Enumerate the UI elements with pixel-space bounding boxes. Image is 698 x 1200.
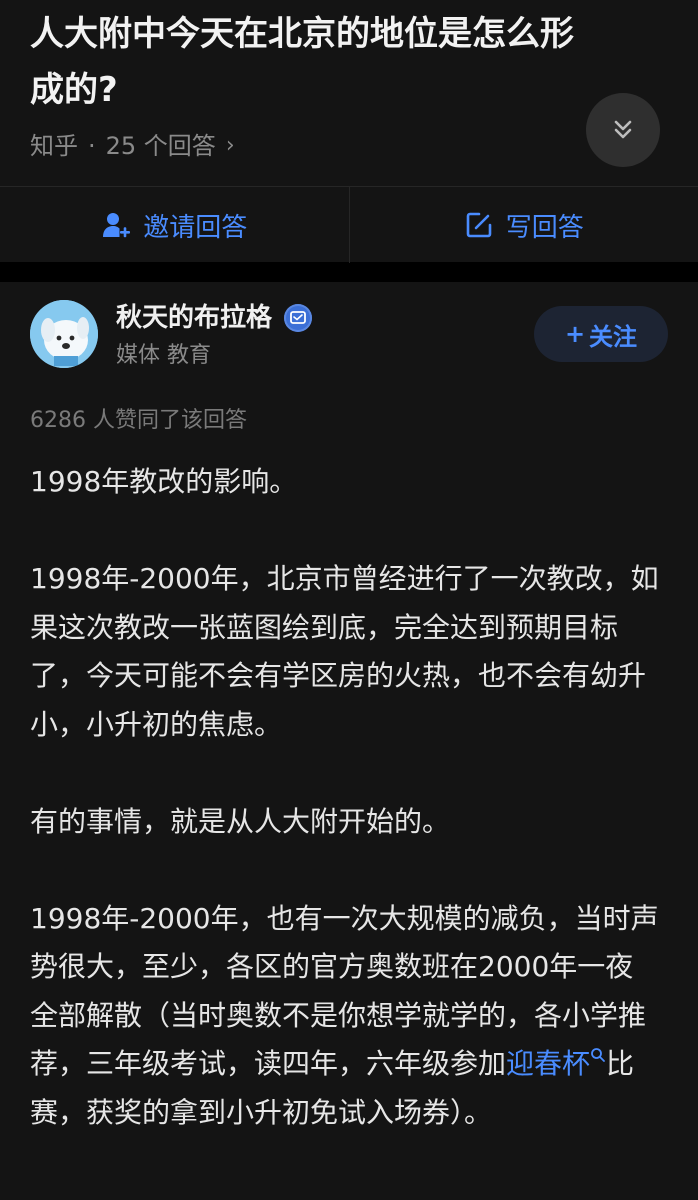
meta-separator: · (88, 132, 96, 160)
follow-label: 关注 (589, 322, 638, 351)
author-name[interactable]: 秋天的布拉格 (116, 300, 313, 336)
yingchunbei-link[interactable]: 迎春杯 (506, 1047, 590, 1080)
collapse-button[interactable] (586, 93, 660, 167)
invite-answer-button[interactable]: 邀请回答 (0, 187, 350, 263)
question-header: 人大附中今天在北京的地位是怎么形成的? 知乎 · 25 个回答 › 邀请回答 写… (0, 0, 698, 263)
follow-button[interactable]: + 关注 (534, 306, 668, 362)
search-icon[interactable] (590, 1047, 606, 1063)
author-name-text: 秋天的布拉格 (116, 303, 273, 333)
avatar[interactable] (30, 300, 98, 368)
write-answer-button[interactable]: 写回答 (350, 187, 698, 263)
question-title[interactable]: 人大附中今天在北京的地位是怎么形成的? (30, 6, 590, 118)
edit-icon (466, 212, 492, 238)
double-chevron-down-icon (614, 120, 632, 139)
avatar-image (30, 300, 98, 368)
write-answer-label: 写回答 (505, 212, 584, 243)
plus-icon: + (564, 320, 586, 348)
question-meta[interactable]: 知乎 · 25 个回答 › (30, 128, 235, 164)
action-bar: 邀请回答 写回答 (0, 186, 698, 263)
author-tags: 媒体 教育 (116, 343, 211, 368)
add-user-icon (103, 213, 131, 238)
verified-inner-icon (290, 311, 306, 324)
answer-paragraph: 有的事情，就是从人大附开始的。 (30, 804, 451, 838)
verified-badge-icon (284, 304, 313, 332)
answer-paragraph: 1998年教改的影响。 (30, 465, 298, 498)
source-label: 知乎 (30, 132, 78, 160)
answer-paragraph: 1998年-2000年，北京市曾经进行了一次教改，如果这次教改一张蓝图绘到底，完… (30, 562, 659, 741)
vote-summary: 6286 人赞同了该回答 (30, 408, 247, 433)
answer-count: 25 个回答 (105, 132, 216, 160)
chevron-right-icon: › (225, 133, 235, 158)
answer-paragraph: 1998年-2000年，也有一次大规模的减负，当时声势很大，至少，各区的官方奥数… (30, 895, 660, 1138)
invite-answer-label: 邀请回答 (143, 212, 248, 243)
answer-body: 1998年教改的影响。 1998年-2000年，北京市曾经进行了一次教改，如果这… (30, 458, 660, 1137)
